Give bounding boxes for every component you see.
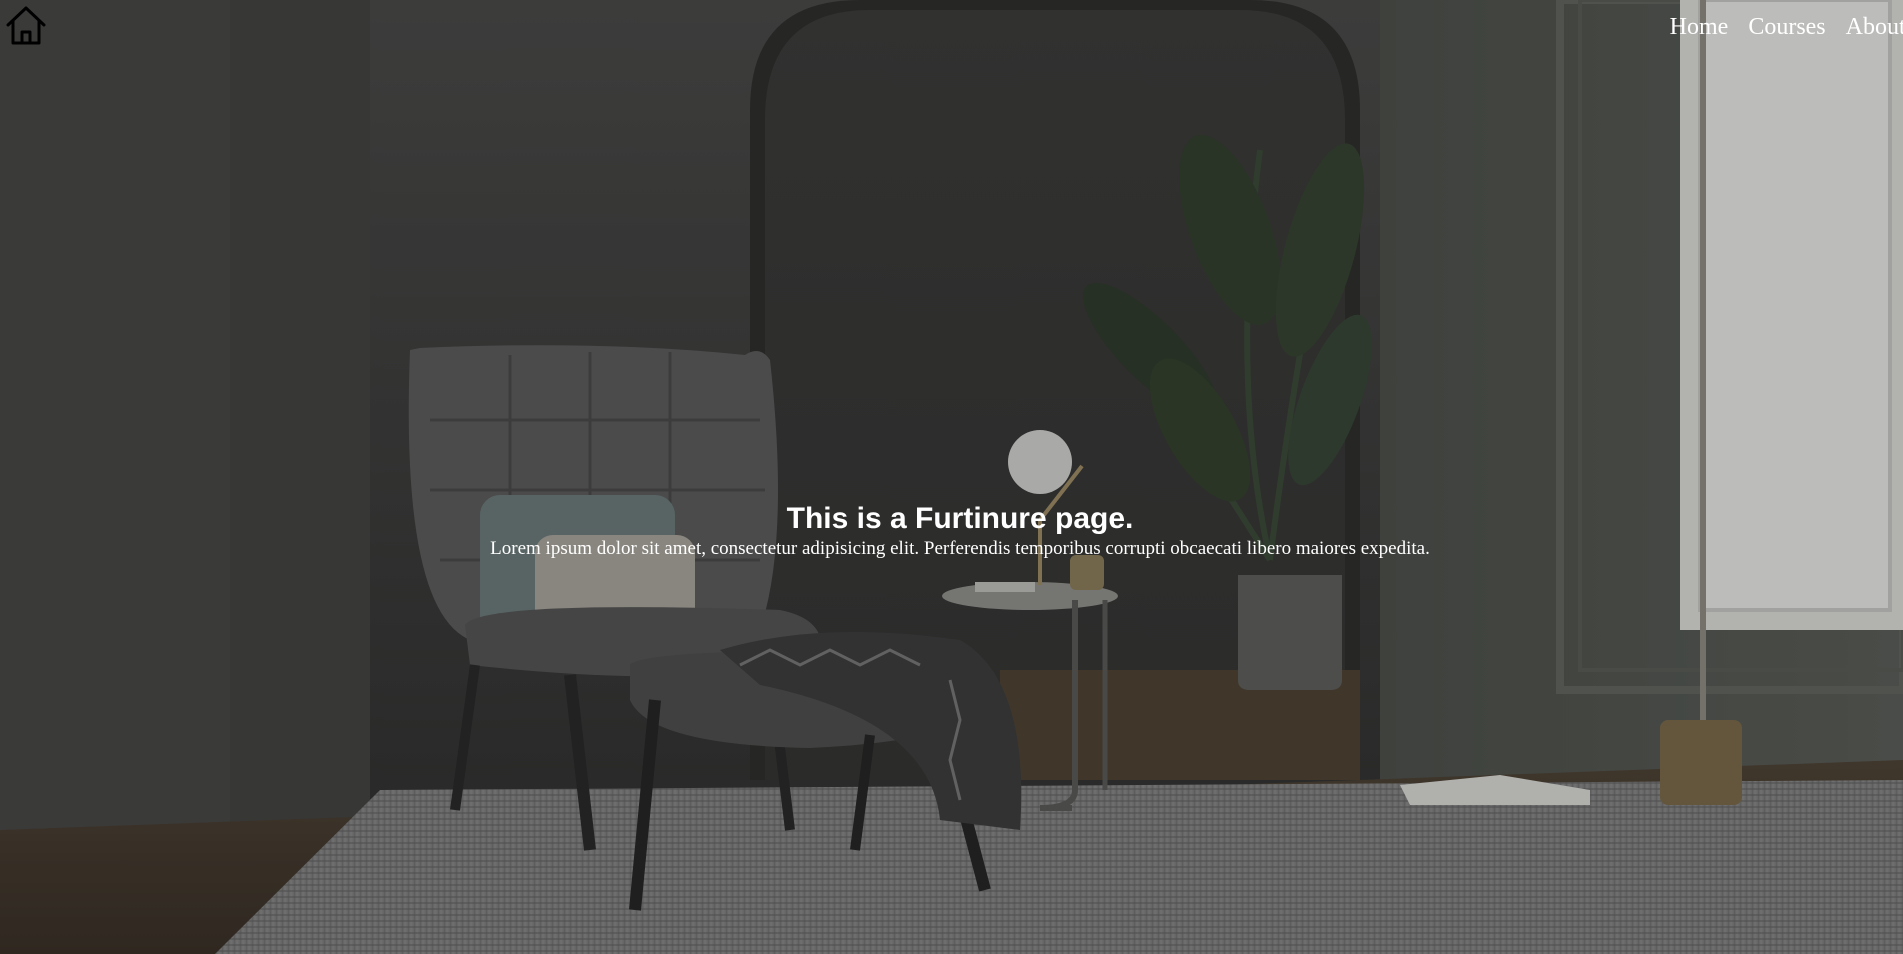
hero-title: This is a Furtinure page. bbox=[786, 502, 1134, 535]
hero-section: Home Courses About us This is a Furtinur… bbox=[0, 0, 1903, 954]
home-icon bbox=[6, 6, 46, 45]
main-nav: Home Courses About us bbox=[1670, 10, 1903, 44]
hero-content: This is a Furtinure page. Lorem ipsum do… bbox=[0, 499, 1903, 559]
nav-link-home[interactable]: Home bbox=[1670, 10, 1729, 44]
dark-overlay bbox=[0, 0, 1903, 954]
nav-link-about-us[interactable]: About us bbox=[1846, 10, 1903, 44]
home-logo[interactable] bbox=[4, 3, 48, 47]
hero-description: Lorem ipsum dolor sit amet, consectetur … bbox=[490, 538, 1430, 559]
nav-link-courses[interactable]: Courses bbox=[1748, 10, 1825, 44]
